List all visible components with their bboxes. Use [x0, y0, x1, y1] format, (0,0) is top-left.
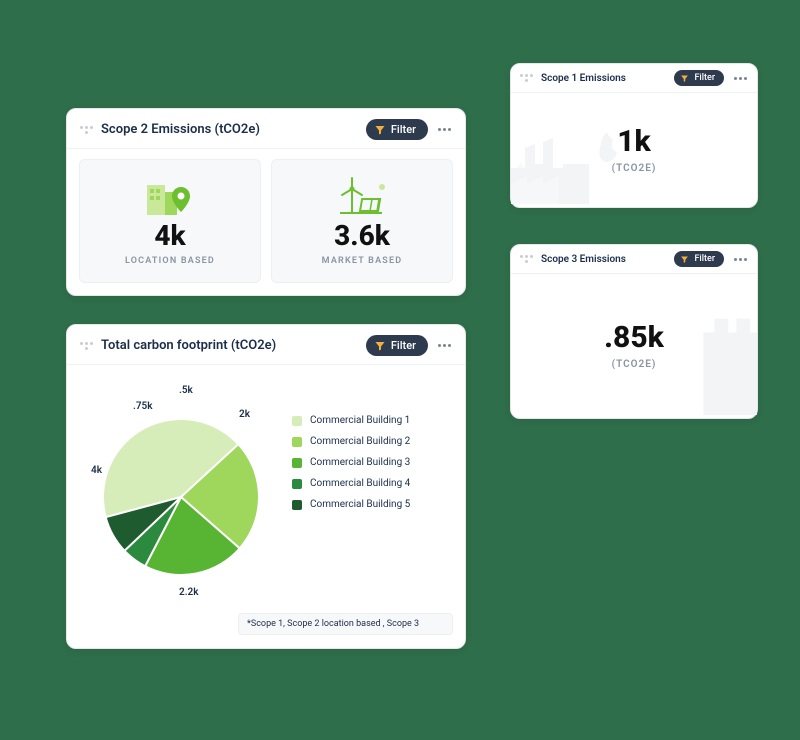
scope3-value: .85k [604, 320, 664, 355]
filter-label: Filter [391, 123, 416, 136]
card-title: Scope 3 Emissions [541, 254, 666, 265]
pie-slice-label: .5k [179, 385, 193, 396]
pie-slice-label: 2.2k [179, 587, 199, 598]
filter-label: Filter [694, 73, 715, 83]
scope3-unit: (TCO2E) [612, 359, 657, 370]
scope1-unit: (TCO2E) [612, 163, 657, 174]
legend-item: Commercial Building 4 [292, 478, 453, 489]
filter-button[interactable]: Filter [366, 335, 428, 356]
drag-handle-icon[interactable] [79, 339, 93, 353]
building-pin-icon [145, 177, 195, 215]
legend-label: Commercial Building 5 [310, 499, 410, 510]
location-value: 4k [154, 219, 185, 252]
location-based-tile: 4k LOCATION BASED [79, 159, 261, 283]
market-label: MARKET BASED [322, 256, 403, 266]
drag-handle-icon[interactable] [79, 123, 93, 137]
drag-handle-icon[interactable] [519, 71, 533, 85]
pie-slice-label: .75k [133, 401, 153, 412]
legend-label: Commercial Building 3 [310, 457, 410, 468]
more-button[interactable] [732, 77, 749, 80]
card-header: Scope 3 Emissions Filter [511, 245, 757, 274]
filter-button[interactable]: Filter [674, 70, 724, 86]
pie-slice-label: 2k [239, 409, 250, 420]
legend-swatch [292, 479, 302, 489]
scope2-body: 4k LOCATION BASED 3.6k MARKET BASED [67, 149, 465, 295]
more-button[interactable] [436, 344, 453, 347]
pie-slice-label: 4k [91, 465, 102, 476]
scope3-emissions-card: Scope 3 Emissions Filter .85k (TCO2E) [510, 244, 758, 419]
funnel-icon [374, 340, 386, 352]
card-title: Scope 2 Emissions (tCO2e) [101, 122, 358, 137]
scope1-value: 1k [617, 124, 651, 159]
filter-label: Filter [694, 254, 715, 264]
market-based-tile: 3.6k MARKET BASED [271, 159, 453, 283]
legend-swatch [292, 437, 302, 447]
card-title: Scope 1 Emissions [541, 73, 666, 84]
card-header: Scope 2 Emissions (tCO2e) Filter [67, 109, 465, 149]
legend-label: Commercial Building 4 [310, 478, 410, 489]
legend-swatch [292, 500, 302, 510]
more-button[interactable] [436, 128, 453, 131]
scope2-emissions-card: Scope 2 Emissions (tCO2e) Filter 4k LOCA… [66, 108, 466, 296]
windmill-solar-icon [334, 177, 390, 215]
footprint-footnote: *Scope 1, Scope 2 location based , Scope… [238, 613, 453, 635]
market-value: 3.6k [334, 219, 390, 252]
legend-swatch [292, 416, 302, 426]
filter-button[interactable]: Filter [366, 119, 428, 140]
card-header: Total carbon footprint (tCO2e) Filter [67, 325, 465, 365]
funnel-icon [680, 255, 689, 264]
filter-button[interactable]: Filter [674, 251, 724, 267]
carbon-footprint-card: Total carbon footprint (tCO2e) Filter 4k… [66, 324, 466, 649]
drag-handle-icon[interactable] [519, 252, 533, 266]
pie-chart: 4k .75k .5k 2k 2.2k [79, 379, 284, 599]
card-title: Total carbon footprint (tCO2e) [101, 338, 358, 353]
funnel-icon [374, 124, 386, 136]
scope1-emissions-card: Scope 1 Emissions Filter 1k (TCO2E) [510, 63, 758, 208]
more-button[interactable] [732, 258, 749, 261]
filter-label: Filter [391, 339, 416, 352]
legend-label: Commercial Building 1 [310, 415, 410, 426]
legend-item: Commercial Building 1 [292, 415, 453, 426]
footprint-body: 4k.75k.5k2k2.2k Commercial Building 1Com… [67, 365, 465, 609]
scope3-body: .85k (TCO2E) [511, 274, 757, 415]
legend-swatch [292, 458, 302, 468]
legend-item: Commercial Building 5 [292, 499, 453, 510]
legend-label: Commercial Building 2 [310, 436, 410, 447]
funnel-icon [680, 74, 689, 83]
location-label: LOCATION BASED [125, 256, 215, 266]
card-header: Scope 1 Emissions Filter [511, 64, 757, 93]
pie-legend: Commercial Building 1 Commercial Building… [292, 379, 453, 599]
scope1-body: 1k (TCO2E) [511, 93, 757, 204]
legend-item: Commercial Building 2 [292, 436, 453, 447]
legend-item: Commercial Building 3 [292, 457, 453, 468]
